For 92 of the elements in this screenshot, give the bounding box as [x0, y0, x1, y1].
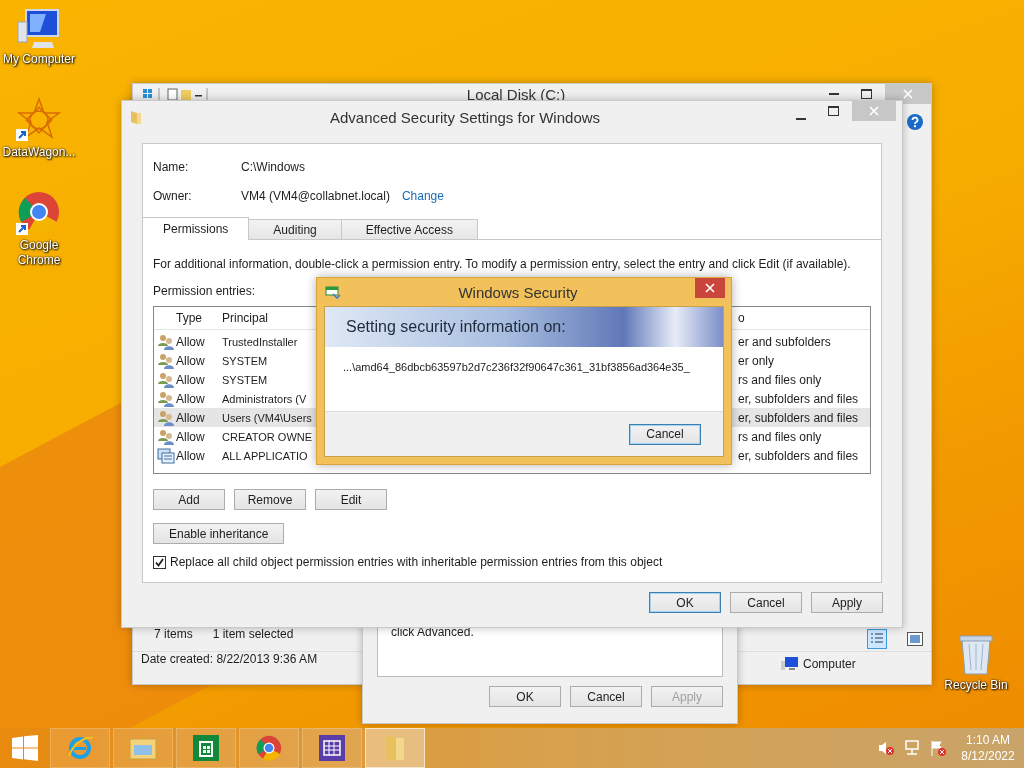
window-title: Advanced Security Settings for Windows	[328, 108, 602, 126]
applies-to-cell: er only	[738, 353, 775, 368]
flag-icon[interactable]	[930, 740, 946, 756]
principal-cell: SYSTEM	[222, 354, 268, 367]
minimize-icon	[796, 117, 806, 121]
applies-to-cell: er, subfolders and files	[738, 448, 859, 463]
applies-to-cell: er and subfolders	[738, 334, 831, 349]
thumbnail-view-icon[interactable]	[907, 632, 923, 646]
replace-checkbox[interactable]	[153, 555, 166, 569]
tab[interactable]: Permissions	[142, 217, 250, 240]
dialog-button[interactable]: Apply	[811, 592, 883, 613]
toolbar-icons-drawing[interactable]	[141, 87, 211, 101]
column-header[interactable]: Principal	[222, 311, 269, 325]
owner-value: VM4 (VM4@collabnet.local)	[241, 189, 390, 203]
taskbar-button[interactable]	[302, 728, 362, 768]
dialog-button[interactable]: OK	[649, 592, 721, 613]
owner-label: Owner:	[153, 189, 193, 203]
calendar-icon	[318, 734, 346, 762]
applies-to-cell: rs and files only	[738, 429, 822, 444]
type-cell: Allow	[176, 410, 205, 425]
dialog-title: Windows Security	[457, 283, 579, 301]
principal-cell: ALL APPLICATIO	[222, 449, 308, 462]
users-icon	[157, 390, 175, 407]
ie-icon	[66, 734, 94, 762]
help-icon[interactable]	[907, 114, 923, 130]
shield-monitor-icon	[325, 285, 341, 299]
computer-icon[interactable]	[16, 8, 62, 50]
type-cell: Allow	[176, 448, 205, 463]
users-icon	[157, 428, 175, 445]
date-created: Date created: 8/22/2013 9:36 AM	[141, 652, 318, 666]
entry-button[interactable]: Edit	[315, 489, 387, 510]
tab[interactable]: Auditing	[248, 219, 342, 239]
applies-to-cell: er, subfolders and files	[738, 410, 859, 425]
applies-to-cell: rs and files only	[738, 372, 822, 387]
type-cell: Allow	[176, 334, 205, 349]
cancel-button[interactable]: Cancel	[629, 423, 701, 445]
close-button[interactable]	[695, 278, 725, 298]
dialog-banner: Setting security information on:	[325, 307, 723, 347]
principal-cell: TrustedInstaller	[222, 335, 298, 348]
info-text: For additional information, double-click a permission entry. To modify a permission entry, select the entry and click Edit (if available).	[153, 257, 851, 271]
principal-cell: CREATOR OWNE	[222, 430, 313, 443]
folder-icon	[130, 109, 142, 125]
taskbar-button[interactable]	[176, 728, 236, 768]
type-cell: Allow	[176, 429, 205, 444]
file-explorer-icon	[128, 735, 158, 761]
entry-button[interactable]: Add	[153, 489, 225, 510]
column-header[interactable]: o	[738, 311, 745, 325]
users-icon	[157, 409, 175, 426]
dialog-button[interactable]: OK	[489, 686, 561, 707]
maximize-icon	[827, 106, 839, 116]
change-link[interactable]: Change	[401, 189, 444, 203]
dialog-button[interactable]: Cancel	[570, 686, 642, 707]
type-cell: Allow	[176, 391, 205, 406]
chrome-icon	[255, 734, 283, 762]
tab[interactable]: Effective Access	[340, 219, 478, 239]
computer-icon	[781, 657, 799, 671]
chrome-icon[interactable]	[16, 190, 62, 236]
package-icon	[157, 447, 175, 464]
windows-logo-icon	[12, 735, 38, 761]
principal-cell: Administrators (V	[222, 392, 307, 405]
entries-label: Permission entries:	[153, 284, 256, 298]
location-label: Computer	[803, 657, 856, 671]
name-value: C:\Windows	[241, 160, 305, 174]
principal-cell: Users (VM4\Users	[222, 411, 312, 424]
entry-button[interactable]: Remove	[234, 489, 306, 510]
enable-inheritance-button[interactable]: Enable inheritance	[153, 523, 285, 544]
selection-count: 1 item selected	[212, 627, 294, 641]
checkbox-label: Replace all child object permission entries with inheritable permission entries from this object	[170, 555, 663, 569]
users-icon	[157, 333, 175, 350]
dialog-button[interactable]: Cancel	[730, 592, 802, 613]
maximize-icon	[860, 89, 872, 99]
close-icon	[903, 89, 913, 99]
item-count: 7 items	[154, 627, 193, 641]
type-cell: Allow	[176, 372, 205, 387]
hint-text: click Advanced.	[391, 625, 474, 639]
file-path: ...\amd64_86dbcb63597b2d7c236f32f90647c361_31bf3856ad364e35_	[343, 361, 690, 373]
volume-muted-icon[interactable]	[878, 740, 894, 756]
users-icon	[157, 371, 175, 388]
users-icon	[157, 352, 175, 369]
principal-cell: SYSTEM	[222, 373, 268, 386]
folder-icon	[383, 733, 407, 763]
column-header[interactable]: Type	[176, 311, 202, 325]
store-icon	[192, 734, 220, 762]
close-icon	[705, 283, 715, 293]
close-icon	[869, 106, 879, 116]
applies-to-cell: er, subfolders and files	[738, 391, 859, 406]
star-logo-icon[interactable]	[16, 97, 62, 143]
name-label: Name:	[153, 160, 190, 174]
type-cell: Allow	[176, 353, 205, 368]
details-view-icon[interactable]	[867, 629, 887, 649]
minimize-icon	[829, 92, 839, 96]
taskbar-button[interactable]	[239, 728, 299, 768]
